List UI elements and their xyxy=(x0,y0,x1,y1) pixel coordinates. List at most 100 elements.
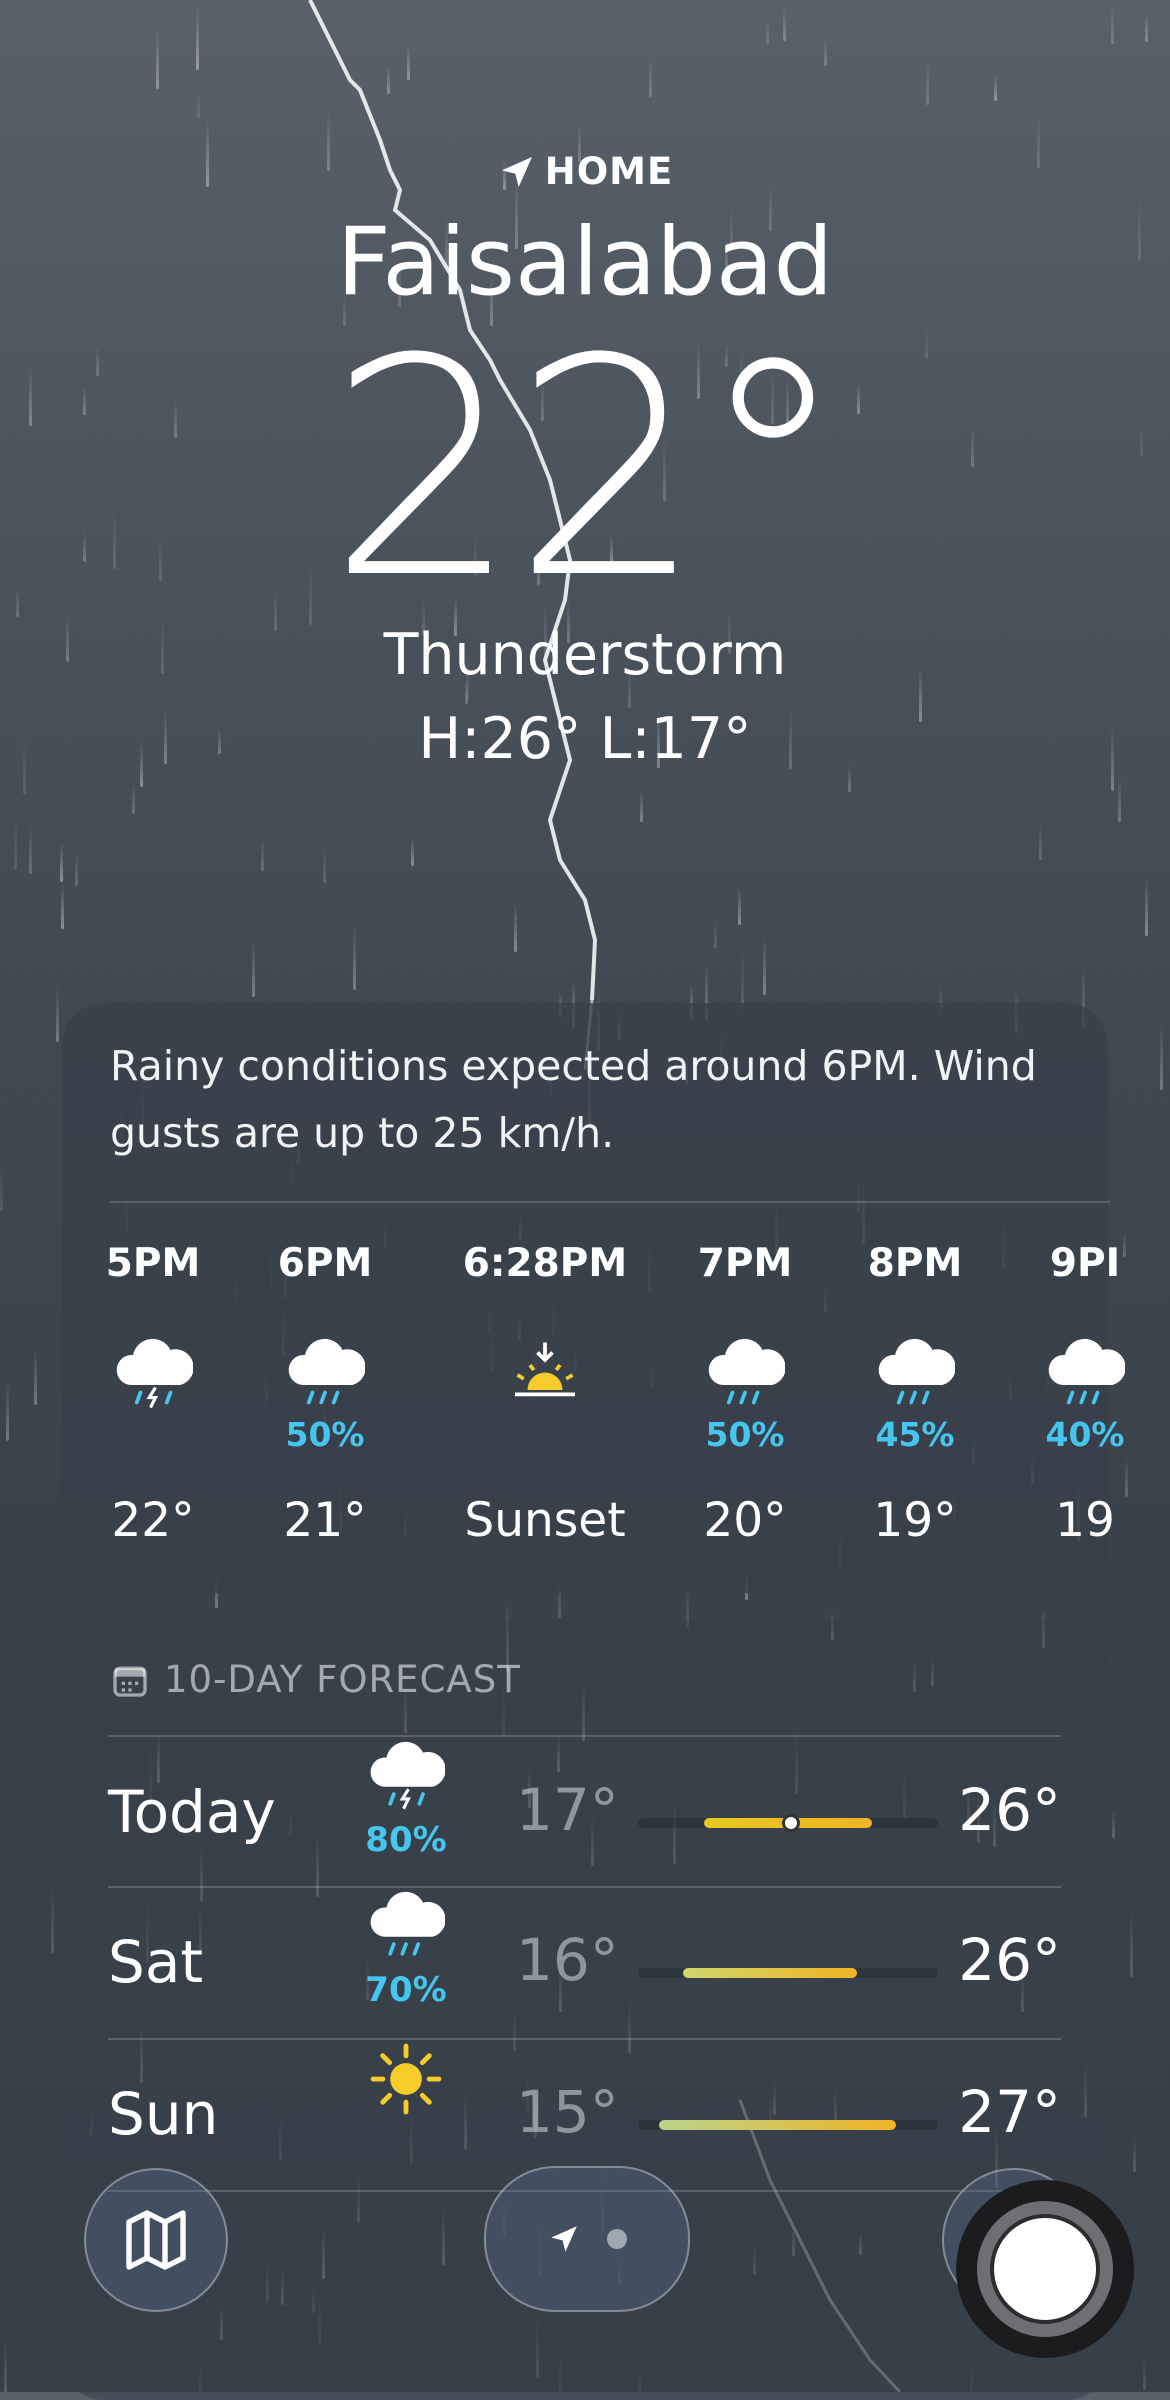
forecast-low: 17° xyxy=(516,1776,619,1844)
thunderstorm-icon xyxy=(346,1738,466,1820)
rain-drop xyxy=(60,882,64,929)
forecast-precip: 80% xyxy=(365,1820,447,1860)
assistive-touch-button[interactable] xyxy=(956,2180,1134,2358)
rain-drop xyxy=(13,813,17,871)
rain-drop xyxy=(648,57,652,98)
rain-drop xyxy=(1117,777,1121,822)
forecast-row[interactable]: Today 80% 17° 26° xyxy=(108,1738,1061,1888)
rain-drop xyxy=(1145,12,1149,42)
row-divider xyxy=(108,1735,1061,1737)
rain-drop xyxy=(741,948,745,1011)
rain-drop xyxy=(197,89,201,119)
rain-drop xyxy=(55,986,59,1042)
hour-item: 6PM 50% 21° xyxy=(240,1241,410,1548)
hour-precip: 50% xyxy=(285,1415,365,1454)
rain-drop xyxy=(59,841,63,883)
hour-time: 8PM xyxy=(867,1241,963,1286)
rain-drop xyxy=(195,7,199,70)
hour-time: 6PM xyxy=(277,1241,373,1286)
rain-cloud-icon xyxy=(1045,1335,1126,1419)
rain-drop xyxy=(50,1883,54,1954)
rain-drop xyxy=(824,34,828,66)
thunderstorm-icon xyxy=(113,1335,194,1419)
rain-cloud-icon xyxy=(346,1888,466,1970)
forecast-day: Sat xyxy=(108,1928,204,1996)
rain-drop xyxy=(4,2340,8,2392)
forecast-high: 27° xyxy=(958,2078,1061,2146)
page-indicator[interactable] xyxy=(484,2166,690,2312)
hourly-forecast-card[interactable]: Rainy conditions expected around 6PM. Wi… xyxy=(62,1003,1126,1593)
hour-time: 7PM xyxy=(697,1241,793,1286)
hour-item: 7PM 50% 20° xyxy=(660,1241,830,1548)
rain-drop xyxy=(74,850,78,887)
hour-time: 9PI xyxy=(1049,1241,1121,1286)
rain-drop xyxy=(765,18,769,45)
rain-drop xyxy=(1143,2352,1147,2390)
rain-drop xyxy=(407,43,411,81)
location-header: HOME xyxy=(0,150,1170,193)
map-icon xyxy=(126,2210,186,2270)
current-temperature: 22° xyxy=(328,295,848,644)
rain-drop xyxy=(156,30,160,90)
divider xyxy=(110,1201,1110,1203)
rain-drop xyxy=(1132,2137,1136,2173)
forecast-row[interactable]: Sat 70% 16° 26° xyxy=(108,1888,1061,2038)
location-label: HOME xyxy=(544,150,674,193)
calendar-icon xyxy=(113,1666,147,1697)
map-button[interactable] xyxy=(84,2168,228,2312)
rain-cloud-icon xyxy=(875,1335,956,1419)
current-temp-marker xyxy=(782,1814,800,1832)
rain-drop xyxy=(411,837,415,866)
forecast-high: 26° xyxy=(958,1776,1061,1844)
forecast-summary: Rainy conditions expected around 6PM. Wi… xyxy=(110,1042,1037,1157)
forecast-low: 15° xyxy=(516,2078,619,2146)
high-low-temperature: H:26° L:17° xyxy=(418,706,752,772)
rain-drop xyxy=(261,837,265,872)
temperature-range-bar xyxy=(638,1814,938,1832)
temperature-range-bar xyxy=(638,1968,938,1978)
rain-drop xyxy=(251,941,255,998)
hour-time: 5PM xyxy=(105,1241,201,1286)
forecast-day: Today xyxy=(108,1778,276,1846)
hour-precip: 50% xyxy=(705,1415,785,1454)
sunset-icon xyxy=(505,1335,585,1419)
rain-drop xyxy=(323,843,327,883)
rain-cloud-icon xyxy=(285,1335,366,1419)
rain-drop xyxy=(763,936,767,996)
rain-drop xyxy=(34,1348,38,1406)
rain-drop xyxy=(0,1165,4,1211)
rain-drop xyxy=(1111,1808,1115,1838)
rain-drop xyxy=(28,823,32,875)
rain-drop xyxy=(713,919,717,949)
rain-drop xyxy=(352,923,356,990)
assistive-touch-ring xyxy=(977,2201,1113,2337)
hour-item: 6:28PM Sunset xyxy=(435,1241,655,1548)
rain-drop xyxy=(514,902,518,952)
temperature-range-bar xyxy=(638,2120,938,2130)
rain-drop xyxy=(131,784,135,815)
ten-day-forecast-header: 10-DAY FORECAST xyxy=(110,1658,521,1701)
hour-value: 19° xyxy=(873,1493,957,1548)
forecast-high: 26° xyxy=(958,1926,1061,1994)
temperature-range-fill xyxy=(659,2120,896,2130)
temperature-range-fill xyxy=(683,1968,857,1978)
rain-drop xyxy=(640,790,644,823)
rain-drop xyxy=(1111,4,1115,44)
hour-value: 19 xyxy=(1055,1493,1115,1548)
rain-drop xyxy=(1125,1457,1129,1498)
forecast-day: Sun xyxy=(108,2080,219,2148)
current-condition: Thunderstorm xyxy=(383,622,787,688)
rain-drop xyxy=(926,58,930,105)
hour-value: 22° xyxy=(111,1493,195,1548)
current-location-page-icon xyxy=(551,2226,577,2252)
rain-drop xyxy=(1039,824,1043,861)
sun-icon xyxy=(346,2040,466,2122)
forecast-precip: 70% xyxy=(365,1970,447,2010)
hour-precip: 45% xyxy=(875,1415,955,1454)
hour-item: 9PI 40% 19 xyxy=(1000,1241,1170,1548)
hour-precip: 40% xyxy=(1045,1415,1125,1454)
hour-value: 21° xyxy=(283,1493,367,1548)
hour-value: Sunset xyxy=(464,1493,626,1548)
location-arrow-icon xyxy=(501,156,532,187)
rain-drop xyxy=(782,6,786,42)
